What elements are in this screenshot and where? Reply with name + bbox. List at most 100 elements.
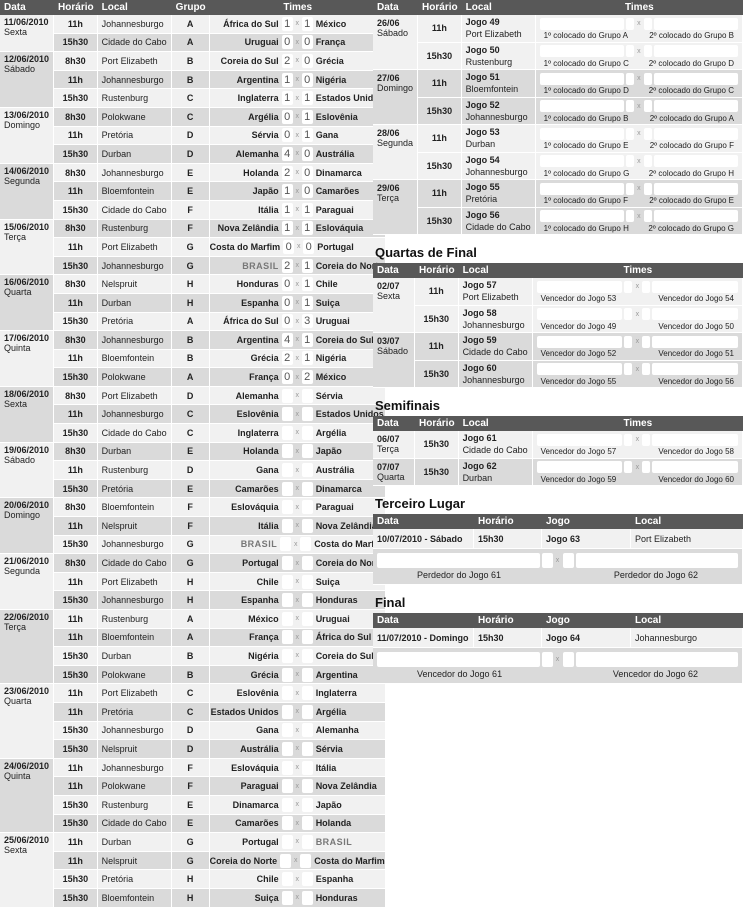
away-score-input[interactable] [301,816,313,831]
score1-input[interactable] [625,127,634,140]
score2-input[interactable] [642,363,651,376]
score2-input[interactable] [643,182,652,195]
away-score-input[interactable]: 0 [301,146,313,161]
team1-input[interactable] [539,210,624,223]
away-score-input[interactable]: 1 [301,109,313,124]
team2-input[interactable] [653,127,739,140]
home-score-input[interactable]: 1 [281,72,293,87]
away-score-input[interactable] [301,630,313,645]
home-score-input[interactable]: 2 [281,53,293,68]
away-score-input[interactable] [301,741,313,756]
team1-input[interactable] [539,45,624,58]
score2-input[interactable] [643,45,652,58]
away-score-input[interactable] [301,463,313,478]
away-score-input[interactable]: 1 [301,202,313,217]
away-score-input[interactable] [301,723,313,738]
score1-input[interactable] [624,335,633,348]
score1-input[interactable] [625,155,634,168]
away-score-input[interactable] [301,667,313,682]
score1-input[interactable] [625,100,634,113]
away-score-input[interactable]: 1 [301,351,313,366]
score2-input[interactable] [642,433,651,446]
team1-input[interactable] [539,182,624,195]
score1-input[interactable] [625,45,634,58]
team2-input[interactable] [652,433,738,446]
home-score-input[interactable] [281,872,293,887]
away-score-input[interactable] [301,444,313,459]
team2-input[interactable] [653,72,739,85]
score1-input[interactable] [624,433,633,446]
away-score-input[interactable] [301,760,313,775]
score1-input[interactable] [625,182,634,195]
away-score-input[interactable] [301,388,313,403]
home-score-input[interactable]: 1 [281,184,293,199]
away-score-input[interactable] [301,407,313,422]
home-score-input[interactable]: 0 [281,370,293,385]
team2-input[interactable] [653,17,739,30]
away-score-input[interactable] [301,779,313,794]
away-score-input[interactable] [301,556,313,571]
home-score-input[interactable] [281,444,293,459]
home-score-input[interactable] [281,648,293,663]
score2-input[interactable] [642,308,651,321]
score1-input[interactable] [624,280,633,293]
away-score-input[interactable] [301,648,313,663]
home-score-input[interactable]: 0 [281,128,293,143]
home-score-input[interactable] [281,704,293,719]
away-score-input[interactable]: 1 [301,221,313,236]
score1-input[interactable] [625,210,634,223]
home-score-input[interactable]: 0 [281,277,293,292]
home-score-input[interactable] [281,630,293,645]
team2-input[interactable] [652,308,738,321]
away-score-input[interactable] [301,872,313,887]
home-score-input[interactable] [281,686,293,701]
home-score-input[interactable]: 1 [281,202,293,217]
team1-input[interactable] [536,461,623,474]
home-score-input[interactable] [281,518,293,533]
team1-input[interactable] [377,552,540,568]
score2-input[interactable] [643,17,652,30]
away-score-input[interactable] [300,537,312,552]
score1-input[interactable] [625,17,634,30]
away-score-input[interactable] [301,518,313,533]
score1-input[interactable] [624,461,633,474]
away-score-input[interactable] [301,890,313,905]
team1-input[interactable] [536,280,623,293]
away-score-input[interactable] [301,611,313,626]
score2-input[interactable] [643,100,652,113]
home-score-input[interactable] [281,388,293,403]
score1-input[interactable] [625,72,634,85]
home-score-input[interactable] [281,574,293,589]
score1-input[interactable] [624,308,633,321]
home-score-input[interactable] [281,760,293,775]
away-score-input[interactable]: 3 [301,314,313,329]
away-score-input[interactable]: 1 [301,128,313,143]
team1-input[interactable] [377,651,540,667]
home-score-input[interactable]: 4 [281,332,293,347]
home-score-input[interactable] [281,816,293,831]
home-score-input[interactable] [281,723,293,738]
home-score-input[interactable] [281,741,293,756]
score2-input[interactable] [562,651,574,667]
home-score-input[interactable] [281,890,293,905]
away-score-input[interactable] [301,593,313,608]
team1-input[interactable] [536,335,623,348]
away-score-input[interactable]: 1 [301,258,313,273]
away-score-input[interactable]: 0 [301,165,313,180]
home-score-input[interactable]: 1 [281,221,293,236]
home-score-input[interactable]: 0 [281,314,293,329]
team2-input[interactable] [653,210,739,223]
home-score-input[interactable]: 1 [281,91,293,106]
team1-input[interactable] [536,433,623,446]
team2-input[interactable] [652,280,738,293]
home-score-input[interactable] [281,463,293,478]
home-score-input[interactable] [281,797,293,812]
away-score-input[interactable]: 0 [301,72,313,87]
team2-input[interactable] [653,45,739,58]
team2-input[interactable] [652,335,738,348]
home-score-input[interactable] [281,779,293,794]
home-score-input[interactable] [281,500,293,515]
team2-input[interactable] [575,552,738,568]
away-score-input[interactable] [301,686,313,701]
team2-input[interactable] [575,651,738,667]
